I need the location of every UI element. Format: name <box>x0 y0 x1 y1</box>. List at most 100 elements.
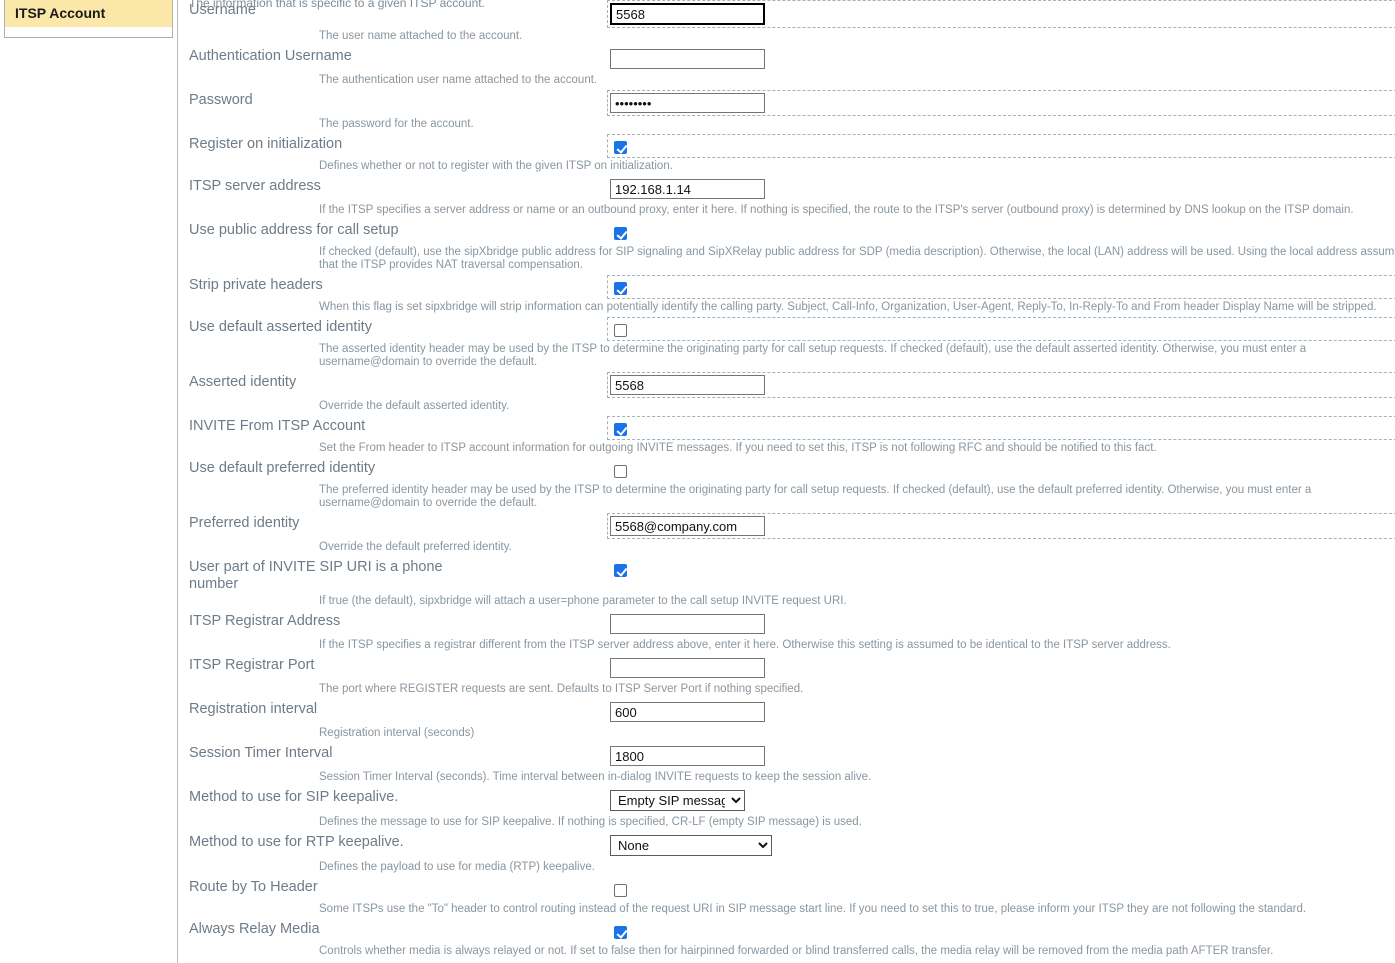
text-input[interactable] <box>610 49 765 69</box>
field-highlight-box <box>607 46 1395 72</box>
field-hint: Defines the message to use for SIP keepa… <box>319 816 862 828</box>
field-label: Register on initialization <box>189 136 343 152</box>
text-input[interactable] <box>610 658 765 678</box>
field-hint: Some ITSPs use the "To" header to contro… <box>319 903 1307 915</box>
form-row: Registration interval (Default: 600) <box>178 699 1395 725</box>
field-hint: Override the default asserted identity. <box>319 400 510 412</box>
form-row: INVITE From ITSP Account <box>178 416 1395 440</box>
field-control <box>478 372 1395 398</box>
checkbox-input[interactable] <box>614 926 627 939</box>
field-control: (Default: checked) <box>478 919 1395 943</box>
field-control <box>478 513 1395 539</box>
checkbox-input[interactable] <box>614 423 627 436</box>
field-label: Method to use for SIP keepalive. <box>189 789 399 805</box>
field-hint: Registration interval (seconds) <box>319 727 475 739</box>
form-row: Method to use for RTP keepalive. NoneUse … <box>178 832 1395 859</box>
field-highlight-box <box>607 611 1395 637</box>
checkbox-input[interactable] <box>614 324 627 337</box>
checkbox-input[interactable] <box>614 227 627 240</box>
field-highlight-box <box>607 0 1395 28</box>
field-control: (Default: unchecked) <box>478 458 1395 482</box>
field-hint: The port where REGISTER requests are sen… <box>319 683 804 695</box>
field-label: Use default asserted identity <box>189 319 372 335</box>
form-row: Authentication Username <box>178 46 1395 72</box>
field-highlight-box <box>607 317 1395 341</box>
field-control: (Default: 1800) <box>478 743 1395 769</box>
field-hint: The authentication user name attached to… <box>319 74 598 86</box>
text-input[interactable] <box>610 702 765 722</box>
field-highlight-box <box>607 220 1395 244</box>
form-row: Asserted identity <box>178 372 1395 398</box>
text-input[interactable] <box>610 375 765 395</box>
field-highlight-box <box>607 557 1395 581</box>
form-row: Username <box>178 0 1395 28</box>
field-hint: If the ITSP specifies a registrar differ… <box>319 639 1171 651</box>
password-input[interactable] <box>610 93 765 113</box>
checkbox-input[interactable] <box>614 282 627 295</box>
field-control: (Default: 600) <box>478 699 1395 725</box>
field-control: (Default: unchecked) <box>478 877 1395 901</box>
field-label: Use default preferred identity <box>189 460 376 476</box>
sidebar-item-itsp-account[interactable]: ITSP Account <box>5 0 172 27</box>
field-hint: The asserted identity header may be used… <box>319 343 1307 368</box>
form-row: Route by To Header (Default: unchecked) <box>178 877 1395 901</box>
field-hint: If checked (default), use the sipXbridge… <box>319 246 1395 271</box>
text-input[interactable] <box>610 3 765 25</box>
field-hint: Session Timer Interval (seconds). Time i… <box>319 771 872 783</box>
field-highlight-box <box>607 372 1395 398</box>
field-control <box>478 90 1395 116</box>
form-row: ITSP server address (Default: 192.168.1.1… <box>178 176 1395 202</box>
field-hint: If true (the default), sipxbridge will a… <box>319 595 847 607</box>
field-hint: Defines the payload to use for media (RT… <box>319 861 595 873</box>
field-label: ITSP Registrar Port <box>189 657 315 673</box>
field-label: Method to use for RTP keepalive. <box>189 834 404 850</box>
field-control <box>478 0 1395 28</box>
form-row: Register on initialization (Default: unch… <box>178 134 1395 158</box>
select-input[interactable]: NoneUse Blank RTP packetsUse CNG packets <box>610 835 772 856</box>
field-label: Route by To Header <box>189 879 318 895</box>
text-input[interactable] <box>610 746 765 766</box>
checkbox-input[interactable] <box>614 141 627 154</box>
field-label: Registration interval <box>189 701 318 717</box>
text-input[interactable] <box>610 614 765 634</box>
form-row: Always Relay Media (Default: checked) <box>178 919 1395 943</box>
field-control: (Default: checked) <box>478 317 1395 341</box>
field-label: ITSP server address <box>189 178 321 194</box>
form-row: Use default preferred identity (Default: … <box>178 458 1395 482</box>
text-input[interactable] <box>610 516 765 536</box>
form-row: ITSP Registrar Address <box>178 611 1395 637</box>
field-highlight-box <box>607 699 1395 725</box>
form-row: Use default asserted identity (Default: c… <box>178 317 1395 341</box>
field-highlight-box: Empty SIP messageDouble CR-LFUse OPTIONS… <box>607 787 1395 814</box>
field-control: NoneUse Blank RTP packetsUse CNG packets… <box>478 832 1395 859</box>
field-control: (Default: checked) <box>478 557 1395 581</box>
form-row: Password <box>178 90 1395 116</box>
form-row: Method to use for SIP keepalive. Empty SI… <box>178 787 1395 814</box>
text-input[interactable] <box>610 179 765 199</box>
field-highlight-box <box>607 176 1395 202</box>
field-control <box>478 611 1395 637</box>
field-hint: The preferred identity header may be use… <box>319 484 1312 509</box>
field-label: Always Relay Media <box>189 921 320 937</box>
field-highlight-box: NoneUse Blank RTP packetsUse CNG packets <box>607 832 1395 859</box>
form-row: User part of INVITE SIP URI is a phone n… <box>178 557 1395 593</box>
field-highlight-box <box>607 458 1395 482</box>
field-label: Preferred identity <box>189 515 300 531</box>
main-content: The information that is specific to a gi… <box>178 0 1395 963</box>
field-highlight-box <box>607 877 1395 901</box>
field-highlight-box <box>607 416 1395 440</box>
field-highlight-box <box>607 919 1395 943</box>
checkbox-input[interactable] <box>614 884 627 897</box>
field-label: INVITE From ITSP Account <box>189 418 366 434</box>
checkbox-input[interactable] <box>614 465 627 478</box>
select-input[interactable]: Empty SIP messageDouble CR-LFUse OPTIONS… <box>610 790 745 811</box>
checkbox-input[interactable] <box>614 564 627 577</box>
field-control: (Default: unchecked) <box>478 134 1395 158</box>
field-label: Session Timer Interval <box>189 745 333 761</box>
field-label: Asserted identity <box>189 374 297 390</box>
field-hint: The password for the account. <box>319 118 474 130</box>
field-label: Authentication Username <box>189 48 352 64</box>
field-label: User part of INVITE SIP URI is a phone n… <box>189 559 443 592</box>
field-hint: Set the From header to ITSP account info… <box>319 442 1157 454</box>
field-highlight-box <box>607 743 1395 769</box>
